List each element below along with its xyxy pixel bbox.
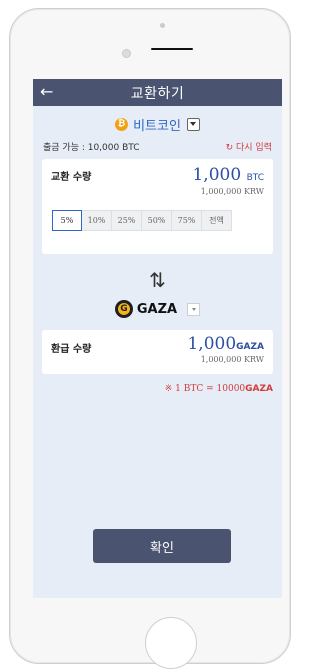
rate-unit: GAZA bbox=[245, 384, 273, 394]
rate-text: ※ 1 BTC = 10000 bbox=[164, 384, 246, 394]
percent-75-button[interactable]: 75% bbox=[172, 210, 202, 231]
refund-amount: 1,000 bbox=[187, 334, 237, 354]
exchange-krw: 1,000,000 KRW bbox=[200, 187, 264, 196]
percent-selector: 5% 10% 25% 50% 75% 전액 bbox=[52, 210, 232, 231]
arrow-left-icon[interactable]: ← bbox=[40, 83, 53, 101]
app-screen: ← 교환하기 ₿ 비트코인 출금 가능 : 10,000 BTC ↻ 다시 입력… bbox=[33, 79, 282, 598]
refund-label: 환급 수량 bbox=[51, 344, 92, 355]
front-camera bbox=[122, 49, 131, 58]
swap-arrows-icon[interactable]: ⇅ bbox=[33, 266, 282, 294]
exchange-rate-note: ※ 1 BTC = 10000GAZA bbox=[33, 384, 282, 394]
exchange-label: 교환 수량 bbox=[51, 172, 92, 183]
refund-krw: 1,000,000 KRW bbox=[200, 355, 264, 364]
chevron-down-icon[interactable] bbox=[186, 117, 200, 131]
confirm-button[interactable]: 확인 bbox=[93, 529, 231, 563]
from-coin-name: 비트코인 bbox=[133, 118, 181, 134]
percent-25-button[interactable]: 25% bbox=[112, 210, 142, 231]
exchange-amount: 1,000 bbox=[192, 165, 242, 185]
from-coin-selector[interactable]: ₿ 비트코인 bbox=[33, 114, 282, 134]
page-title: 교환하기 bbox=[130, 85, 185, 102]
reset-label: 다시 입력 bbox=[236, 143, 272, 153]
refund-card: 환급 수량 1,000GAZA 1,000,000 KRW bbox=[42, 330, 273, 374]
chevron-down-icon[interactable] bbox=[187, 302, 201, 316]
percent-10-button[interactable]: 10% bbox=[82, 210, 112, 231]
exchange-unit: BTC bbox=[246, 173, 264, 183]
reset-button[interactable]: ↻ 다시 입력 bbox=[226, 140, 272, 153]
refund-amount-display: 1,000GAZA bbox=[187, 334, 264, 354]
percent-5-button[interactable]: 5% bbox=[52, 210, 82, 231]
bitcoin-icon: ₿ bbox=[115, 117, 129, 131]
refund-unit: GAZA bbox=[236, 342, 264, 352]
gaza-icon: G bbox=[114, 300, 133, 318]
refresh-icon: ↻ bbox=[225, 143, 237, 153]
exchange-amount-input[interactable]: 1,000 BTC bbox=[192, 165, 264, 185]
header-bar: ← 교환하기 bbox=[33, 79, 282, 106]
speaker-grille bbox=[151, 48, 193, 50]
to-coin-name: GAZA bbox=[136, 301, 178, 317]
available-balance: 출금 가능 : 10,000 BTC bbox=[43, 143, 140, 153]
percent-50-button[interactable]: 50% bbox=[142, 210, 172, 231]
home-button[interactable] bbox=[145, 617, 197, 669]
to-coin-selector[interactable]: G GAZA bbox=[33, 298, 282, 320]
percent-all-button[interactable]: 전액 bbox=[202, 210, 232, 231]
available-row: 출금 가능 : 10,000 BTC ↻ 다시 입력 bbox=[33, 140, 282, 153]
exchange-card: 교환 수량 1,000 BTC 1,000,000 KRW 5% 10% 25%… bbox=[42, 159, 273, 254]
sensor-dot bbox=[160, 23, 165, 28]
